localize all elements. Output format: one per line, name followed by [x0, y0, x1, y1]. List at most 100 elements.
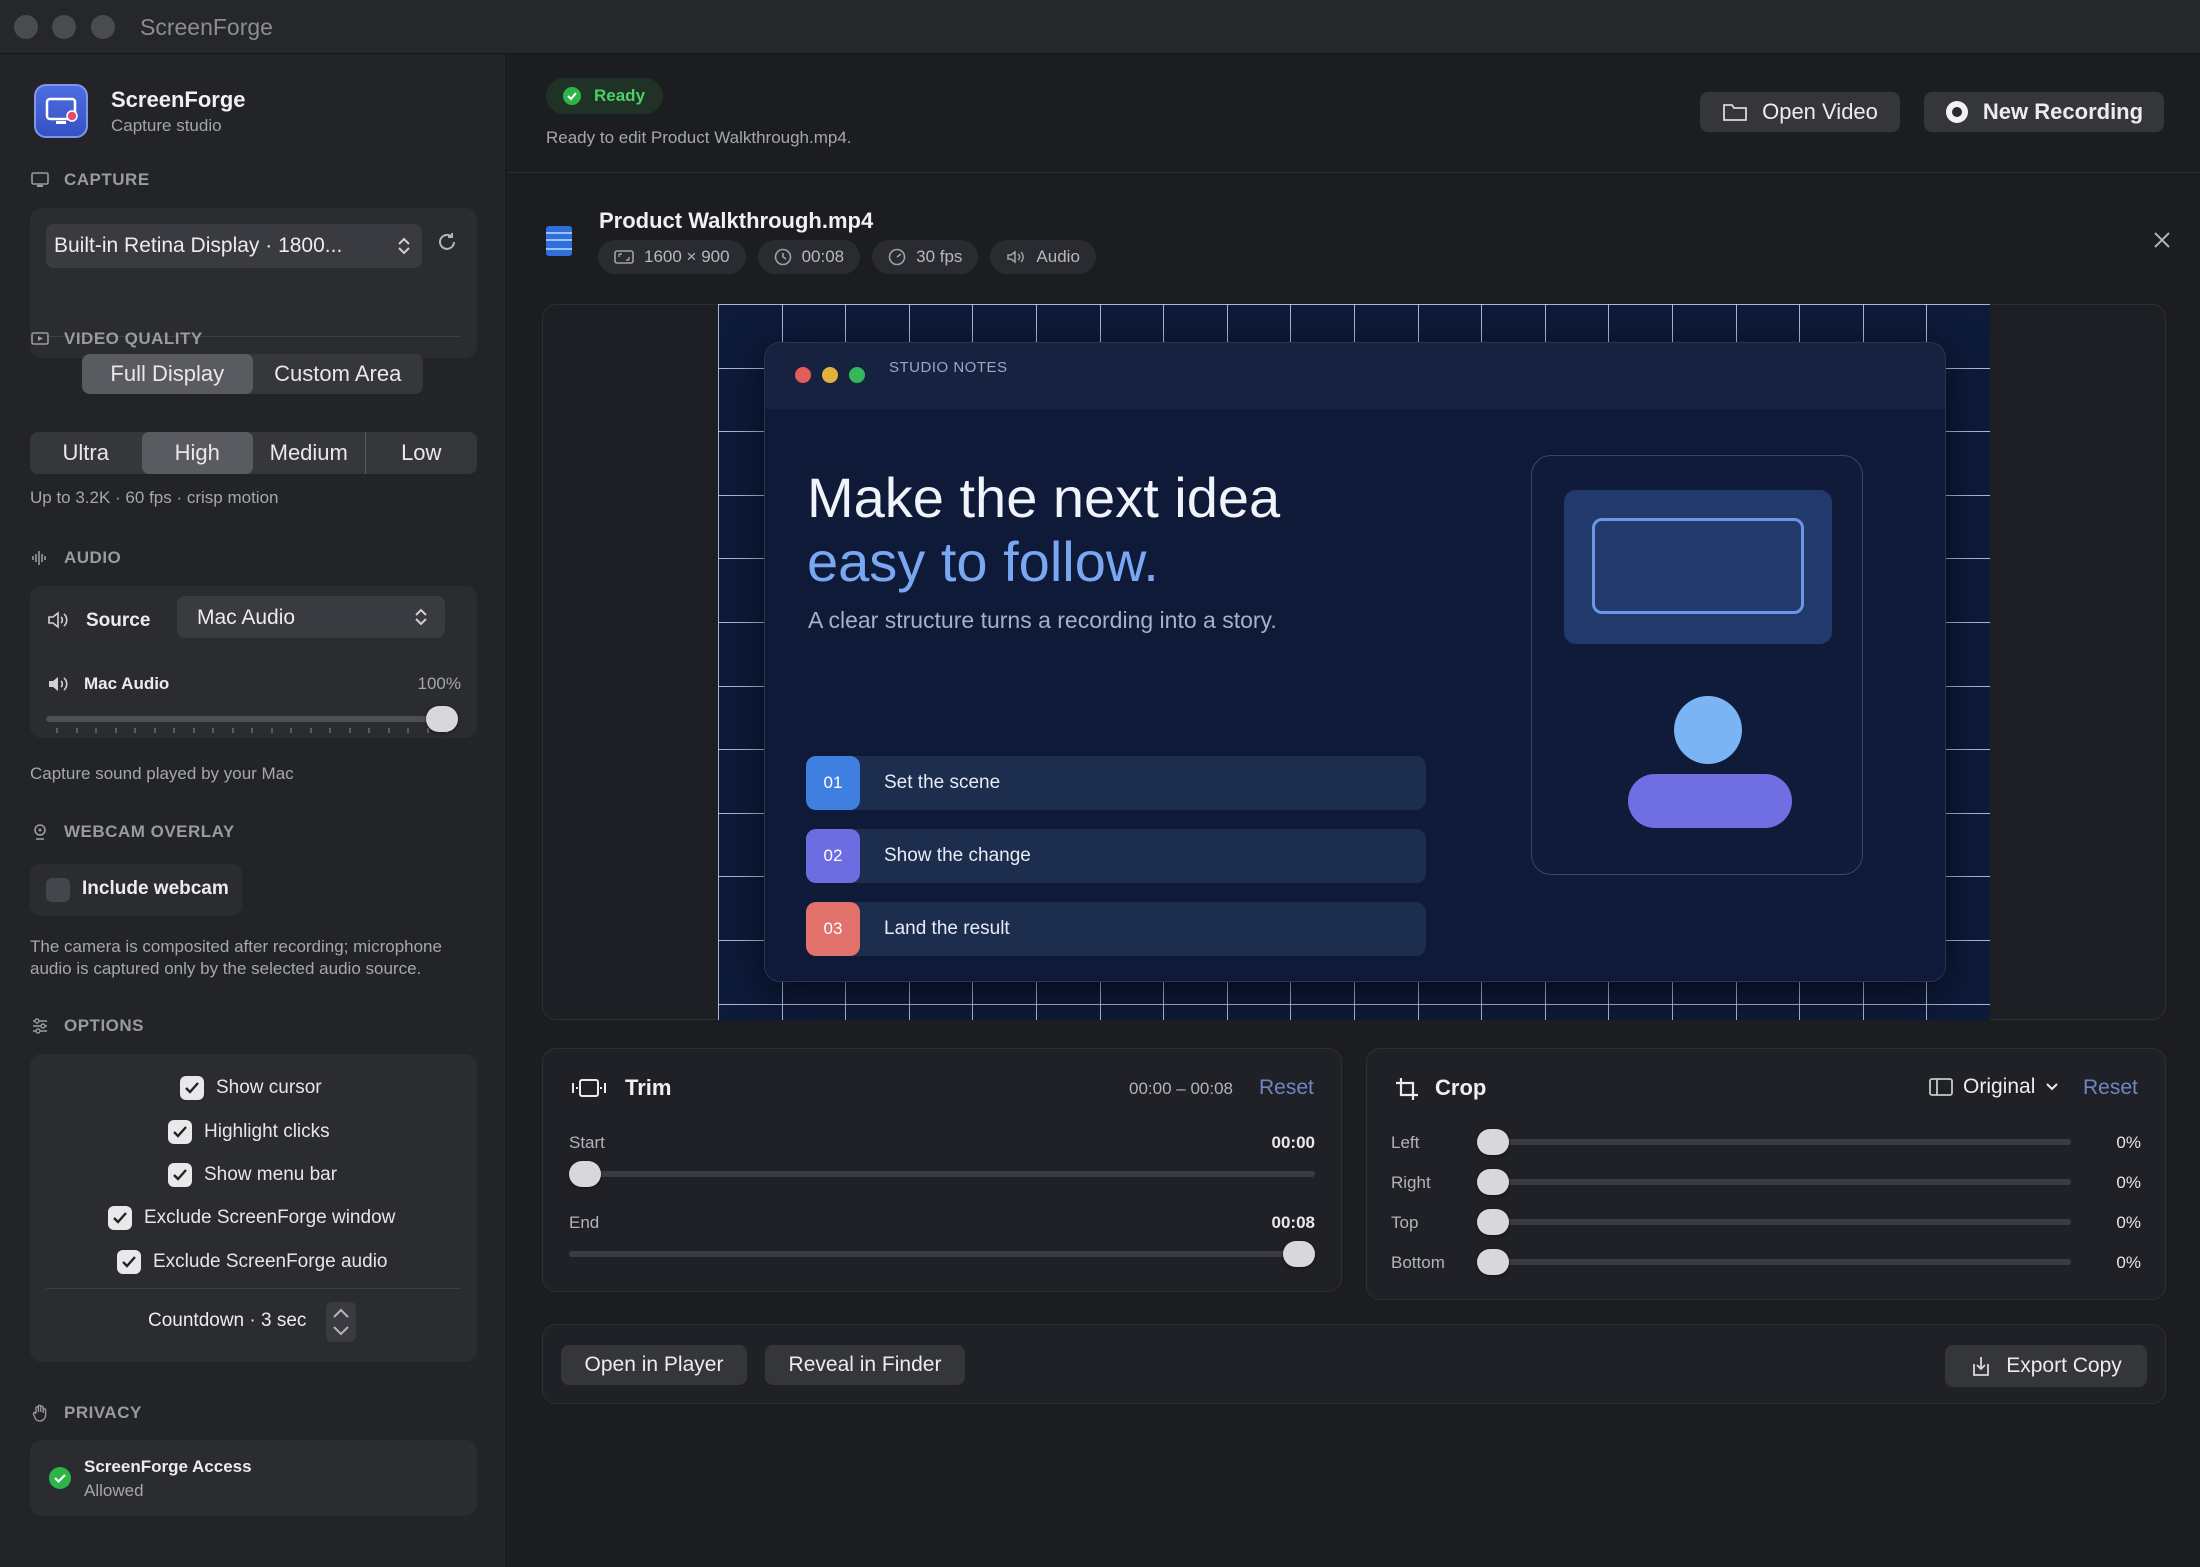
- checkmark-icon[interactable]: [117, 1250, 141, 1274]
- slider-tick: [426, 728, 429, 733]
- crop-card: Crop Original Reset Left 0% Right 0% Top…: [1366, 1048, 2166, 1300]
- countdown-stepper[interactable]: [326, 1302, 356, 1342]
- checkmark-icon[interactable]: [168, 1163, 192, 1187]
- crop-bottom-label: Bottom: [1391, 1253, 1445, 1272]
- crop-left-knob[interactable]: [1477, 1129, 1509, 1155]
- include-webcam-toggle[interactable]: Include webcam: [30, 864, 242, 916]
- aspect-icon: [614, 250, 634, 264]
- slider-tick: [134, 728, 136, 733]
- display-select[interactable]: Built-in Retina Display · 1800...: [46, 224, 422, 268]
- reveal-in-finder-button[interactable]: Reveal in Finder: [765, 1345, 965, 1385]
- option-show-cursor[interactable]: Show cursor: [180, 1076, 322, 1100]
- crop-icon: [1396, 1078, 1418, 1100]
- slider-tick: [348, 728, 351, 733]
- privacy-panel: ScreenForge Access Allowed: [30, 1440, 477, 1516]
- include-webcam-checkbox[interactable]: [46, 878, 70, 902]
- video-preview[interactable]: STUDIO NOTES Make the next idea easy to …: [718, 304, 1990, 1020]
- trim-card: Trim 00:00 – 00:08 Reset Start 00:00 End…: [542, 1048, 1342, 1292]
- quality-medium[interactable]: Medium: [253, 432, 366, 474]
- display-icon: [31, 172, 49, 187]
- refresh-icon[interactable]: [435, 230, 459, 254]
- checkmark-icon[interactable]: [180, 1076, 204, 1100]
- checkmark-icon[interactable]: [168, 1120, 192, 1144]
- option-exclude-audio[interactable]: Exclude ScreenForge audio: [117, 1250, 387, 1274]
- crop-right-knob[interactable]: [1477, 1169, 1509, 1195]
- app-subtitle: Capture studio: [111, 116, 222, 135]
- crop-title: Crop: [1435, 1075, 1487, 1100]
- grid-line: [718, 304, 1990, 305]
- crop-aspect-select[interactable]: Original: [1929, 1075, 2059, 1099]
- crop-bottom-knob[interactable]: [1477, 1249, 1509, 1275]
- trim-start-value: 00:00: [1271, 1133, 1315, 1152]
- app-logo-icon: [34, 84, 88, 138]
- open-in-player-button[interactable]: Open in Player: [561, 1345, 747, 1385]
- audio-level-slider[interactable]: [46, 716, 458, 722]
- new-recording-button[interactable]: New Recording: [1924, 92, 2164, 132]
- checkmark-icon[interactable]: [108, 1206, 132, 1230]
- waveform-icon: [32, 551, 46, 565]
- trim-end-label: End: [569, 1213, 600, 1232]
- quality-ultra[interactable]: Ultra: [30, 432, 142, 474]
- crop-bottom-slider[interactable]: [1483, 1259, 2071, 1265]
- record-icon: [1945, 101, 1968, 123]
- status-badge: Ready: [546, 78, 664, 114]
- resolution-pill: 1600 × 900: [598, 240, 746, 274]
- mode-custom-area[interactable]: Custom Area: [253, 354, 424, 394]
- option-show-menu-bar[interactable]: Show menu bar: [168, 1163, 337, 1187]
- minimize-window-button[interactable]: [52, 15, 76, 39]
- audio-level-knob[interactable]: [426, 706, 458, 732]
- crop-left-slider[interactable]: [1483, 1139, 2071, 1145]
- trim-end-slider[interactable]: [569, 1251, 1315, 1257]
- hand-icon: [32, 1404, 47, 1422]
- audio-source-select[interactable]: Mac Audio: [177, 596, 445, 638]
- crop-right-label: Right: [1391, 1173, 1431, 1192]
- crop-top-knob[interactable]: [1477, 1209, 1509, 1235]
- trim-start-slider[interactable]: [569, 1171, 1315, 1177]
- slider-tick: [290, 728, 292, 733]
- illustration-avatar: [1674, 696, 1742, 764]
- film-icon: [546, 226, 572, 256]
- duration-pill: 00:08: [757, 240, 861, 274]
- countdown-label: Countdown · 3 sec: [148, 1310, 307, 1331]
- include-webcam-label: Include webcam: [82, 878, 229, 899]
- app-window: ScreenForge ScreenForge Capture studio C…: [0, 0, 2200, 1567]
- audio-level-label: Mac Audio: [84, 674, 170, 693]
- file-meta: 1600 × 900 00:08 30 fps Audio: [598, 240, 1096, 274]
- slider-tick: [387, 728, 390, 733]
- crop-right-slider[interactable]: [1483, 1179, 2071, 1185]
- mode-full-display[interactable]: Full Display: [82, 354, 253, 394]
- quality-high[interactable]: High: [141, 432, 253, 474]
- webcam-heading: WEBCAM OVERLAY: [30, 822, 235, 842]
- crop-top-value: 0%: [2116, 1213, 2141, 1232]
- close-icon[interactable]: [2152, 230, 2172, 250]
- crop-reset-button[interactable]: Reset: [2083, 1076, 2138, 1100]
- slider-tick: [251, 728, 253, 733]
- crop-left-value: 0%: [2116, 1133, 2141, 1152]
- crop-bottom-value: 0%: [2116, 1253, 2141, 1272]
- option-exclude-window[interactable]: Exclude ScreenForge window: [108, 1206, 395, 1230]
- close-window-button[interactable]: [14, 15, 38, 39]
- illustration-screen: [1564, 490, 1832, 644]
- quality-low[interactable]: Low: [366, 432, 478, 474]
- slider-tick: [368, 728, 370, 733]
- checkmark-circle-icon: [49, 1467, 71, 1489]
- action-bar: Open in Player Reveal in Finder Export C…: [542, 1324, 2166, 1404]
- source-label: Source: [86, 610, 151, 631]
- trim-end-knob[interactable]: [1283, 1241, 1315, 1267]
- slider-tick: [173, 728, 175, 733]
- clock-icon: [774, 248, 791, 266]
- slider-tick: [56, 728, 58, 733]
- step-item: 02 Show the change: [806, 829, 1426, 883]
- chevron-updown-icon: [415, 608, 427, 626]
- preview-headline-2: easy to follow.: [807, 530, 1159, 593]
- export-copy-button[interactable]: Export Copy: [1945, 1345, 2147, 1387]
- option-highlight-clicks[interactable]: Highlight clicks: [168, 1120, 330, 1144]
- crop-top-slider[interactable]: [1483, 1219, 2071, 1225]
- trim-reset-button[interactable]: Reset: [1259, 1076, 1314, 1100]
- zoom-window-button[interactable]: [91, 15, 115, 39]
- video-quality-icon: [31, 332, 49, 345]
- open-video-button[interactable]: Open Video: [1700, 92, 1900, 132]
- preview-headline-1: Make the next idea: [807, 466, 1281, 529]
- trim-start-knob[interactable]: [569, 1161, 601, 1187]
- access-title: ScreenForge Access: [84, 1457, 252, 1476]
